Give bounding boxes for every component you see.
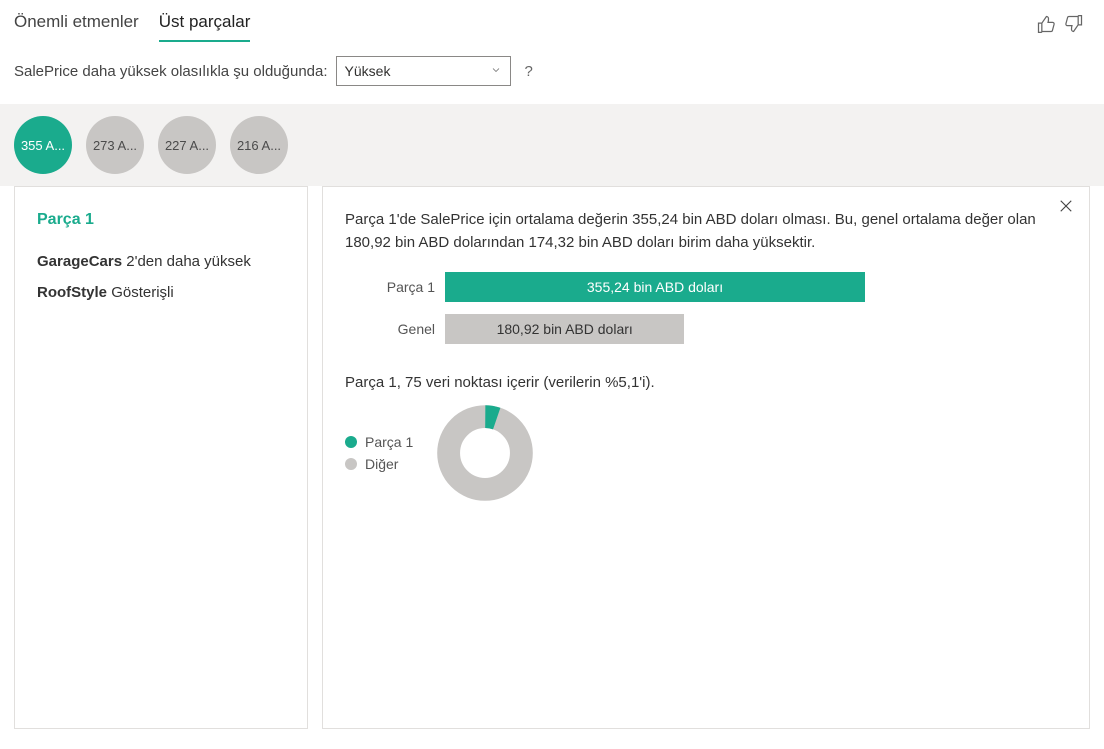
thumbs-up-icon[interactable] [1036, 14, 1056, 37]
thumbs-down-icon[interactable] [1064, 14, 1084, 37]
bar-overall: 180,92 bin ABD doları [445, 314, 684, 344]
bar-segment: 355,24 bin ABD doları [445, 272, 865, 302]
condition-line: RoofStyle Gösterişli [37, 284, 285, 301]
bar-overall-value: 180,92 bin ABD doları [497, 321, 633, 337]
bar-chart: Parça 1 355,24 bin ABD doları Genel 180,… [345, 272, 1067, 344]
condition-line: GarageCars 2'den daha yüksek [37, 253, 285, 270]
legend-dot-icon [345, 458, 357, 470]
filter-dropdown[interactable]: Yüksek [336, 56, 511, 86]
filter-dropdown-value: Yüksek [345, 63, 391, 79]
legend-label-segment: Parça 1 [365, 434, 413, 450]
legend-dot-icon [345, 436, 357, 448]
bar-segment-value: 355,24 bin ABD doları [587, 279, 723, 295]
bar-label-segment: Parça 1 [345, 279, 435, 295]
tabs: Önemli etmenler Üst parçalar [14, 8, 250, 42]
tab-top-segments[interactable]: Üst parçalar [159, 8, 251, 42]
legend-item-segment: Parça 1 [345, 434, 413, 450]
feedback-buttons [1036, 14, 1084, 37]
donut-caption: Parça 1, 75 veri noktası içerir (veriler… [345, 374, 1067, 391]
bar-label-overall: Genel [345, 321, 435, 337]
segment-chip-1[interactable]: 355 A... [14, 116, 72, 174]
legend-item-other: Diğer [345, 456, 413, 472]
condition-desc: 2'den daha yüksek [126, 253, 251, 270]
tab-key-influencers[interactable]: Önemli etmenler [14, 8, 139, 42]
close-icon[interactable] [1057, 197, 1075, 218]
condition-field: RoofStyle [37, 284, 107, 301]
segment-insight-card: Parça 1'de SalePrice için ortalama değer… [322, 186, 1090, 729]
bar-row-segment: Parça 1 355,24 bin ABD doları [345, 272, 1067, 302]
chevron-down-icon [490, 63, 502, 79]
condition-field: GarageCars [37, 253, 122, 270]
legend-label-other: Diğer [365, 456, 398, 472]
filter-row: SalePrice daha yüksek olasılıkla şu oldu… [0, 42, 1104, 104]
filter-prompt: SalePrice daha yüksek olasılıkla şu oldu… [14, 63, 328, 80]
condition-desc: Gösterişli [111, 284, 174, 301]
donut-legend: Parça 1 Diğer [345, 434, 413, 472]
segment-chips: 355 A... 273 A... 227 A... 216 A... [0, 104, 1104, 186]
segment-details-card: Parça 1 GarageCars 2'den daha yüksek Roo… [14, 186, 308, 729]
donut-section: Parça 1 Diğer [345, 405, 1067, 501]
segment-chip-2[interactable]: 273 A... [86, 116, 144, 174]
segment-chip-3[interactable]: 227 A... [158, 116, 216, 174]
segment-title: Parça 1 [37, 211, 285, 229]
help-icon[interactable]: ? [519, 63, 539, 80]
donut-chart [437, 405, 533, 501]
segment-chip-4[interactable]: 216 A... [230, 116, 288, 174]
summary-text: Parça 1'de SalePrice için ortalama değer… [345, 209, 1065, 254]
bar-row-overall: Genel 180,92 bin ABD doları [345, 314, 1067, 344]
